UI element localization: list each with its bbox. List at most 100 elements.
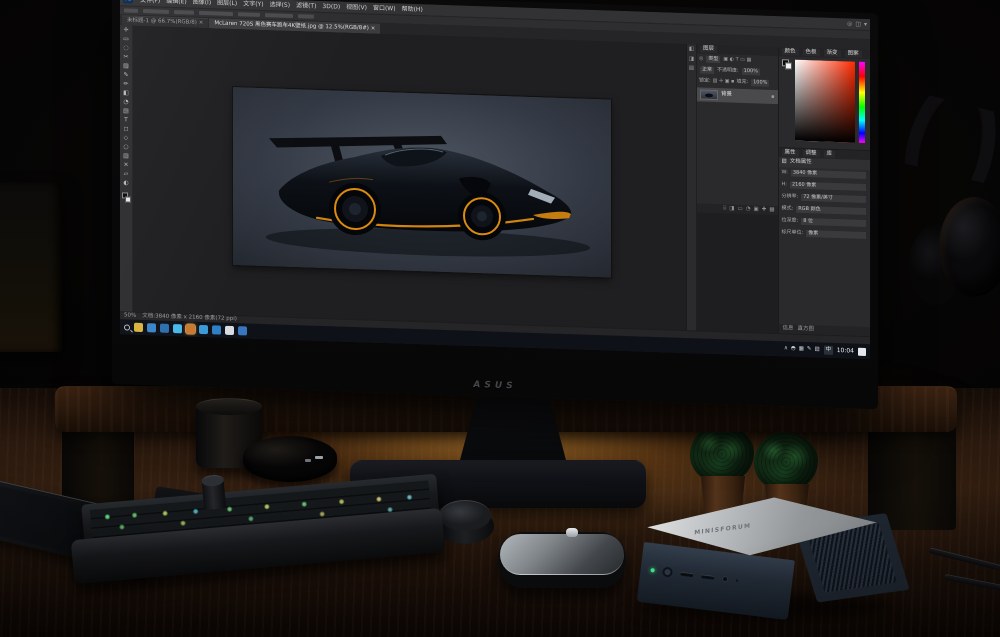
layers-footer-icon[interactable]: ▭	[737, 206, 742, 212]
tray-icon[interactable]: ▦	[799, 347, 804, 353]
color-panel-tab[interactable]: 色板	[803, 49, 820, 57]
app-mail[interactable]	[160, 324, 169, 333]
tray-icon[interactable]: ✎	[807, 347, 812, 353]
menu-item[interactable]: 文件(F)	[137, 0, 163, 6]
menu-item[interactable]: 滤镜(T)	[293, 1, 319, 12]
app-explorer[interactable]	[134, 323, 143, 332]
collapsed-panel-icon[interactable]: ◨	[689, 57, 694, 63]
taskbar-clock[interactable]: 10:04	[837, 348, 854, 355]
layer-row-background[interactable]: 背景 ▪	[697, 87, 778, 104]
opacity-value[interactable]: 100%	[741, 67, 761, 77]
app-edge[interactable]	[147, 323, 156, 332]
options-control[interactable]	[174, 10, 194, 15]
fill-value[interactable]: 100%	[750, 78, 770, 88]
lock-icons[interactable]: ▨ ✛ ▣ ▪	[713, 79, 735, 85]
mini-pc: MINISFORUM	[636, 496, 892, 618]
menu-item[interactable]: 编辑(E)	[163, 0, 189, 7]
layers-footer-icon[interactable]: ⌸	[723, 206, 726, 212]
layers-column: 图层 ◎ 类型 ▣ ◐ T ▭ ▦ 正常 不透明度: 100%	[697, 44, 779, 333]
desk-scene: Ps 文件(F)编辑(E)图像(I)图层(L)文字(Y)选择(S)滤镜(T)3D…	[0, 0, 1000, 637]
tray-icon[interactable]: ∧	[784, 346, 788, 352]
menu-item[interactable]: 窗口(W)	[370, 3, 399, 14]
tray-icon[interactable]: ▤	[815, 347, 820, 353]
menu-item[interactable]: 图像(I)	[190, 0, 214, 8]
app-light[interactable]	[225, 326, 234, 335]
layer-filter-type-icons[interactable]: ▣ ◐ T ▭ ▦	[723, 57, 751, 63]
options-control[interactable]	[199, 11, 233, 16]
photoshop-main: ✛▭◌✂▨✎✏◧◔▤T◻◇○▥✕▱◐	[120, 25, 870, 336]
plant-foliage	[690, 424, 754, 484]
options-tool-preset[interactable]	[124, 8, 138, 12]
mode-value[interactable]: RGB 颜色	[795, 205, 867, 216]
mouse-scroll-nub	[566, 528, 578, 537]
tool-icon[interactable]: ◐	[123, 180, 128, 189]
collapsed-panel-icon[interactable]: ▤	[689, 66, 694, 72]
background-color	[785, 62, 792, 69]
app-teal[interactable]	[199, 325, 208, 334]
properties-panel-tab[interactable]: 属性	[782, 149, 799, 157]
zoom-level[interactable]: 50%	[124, 313, 136, 319]
taskbar-apps	[134, 323, 247, 336]
menu-item[interactable]: 图层(L)	[214, 0, 240, 9]
mouse	[498, 532, 626, 588]
fill-label: 填充:	[736, 80, 748, 85]
options-control[interactable]	[298, 14, 314, 19]
tab-layers[interactable]: 图层	[700, 45, 717, 53]
collapsed-panel-icon[interactable]: ◧	[689, 47, 694, 53]
width-value[interactable]: 3840 像素	[790, 168, 867, 180]
color-panel-tabs: 颜色色板渐变图案	[779, 47, 870, 59]
panel-empty-area	[697, 212, 778, 333]
color-panel-tab[interactable]: 渐变	[824, 49, 841, 57]
photoshop-app-icon: Ps	[123, 0, 133, 4]
hub-usb-port	[315, 456, 323, 459]
options-control[interactable]	[143, 9, 169, 14]
layers-footer-icon[interactable]: ▦	[769, 208, 774, 214]
right-panels: ◧ ◨ ▤ 图层 ◎ 类型 ▣ ◐ T ▭ ▦	[686, 44, 870, 336]
properties-panel-tab[interactable]: 库	[824, 150, 836, 158]
menu-item[interactable]: 文字(Y)	[240, 0, 266, 10]
saturation-brightness-field[interactable]	[795, 60, 856, 143]
search-icon[interactable]	[124, 324, 130, 330]
menu-item[interactable]: 视图(V)	[343, 2, 370, 13]
layer-thumbnail	[700, 90, 718, 101]
color-panel-tab[interactable]: 图案	[845, 50, 862, 58]
depth-value[interactable]: 8 位	[800, 217, 867, 228]
color-panel-tab[interactable]: 颜色	[782, 48, 799, 56]
options-control[interactable]	[238, 12, 260, 17]
options-control[interactable]	[265, 13, 293, 18]
layers-footer-icon[interactable]: ◨	[729, 206, 734, 212]
layers-footer-icon[interactable]: ▣	[754, 207, 759, 213]
menu-item[interactable]: 帮助(H)	[399, 4, 426, 15]
blend-mode-select[interactable]: 正常	[699, 65, 715, 75]
hue-slider[interactable]	[859, 62, 865, 143]
properties-panel-tab[interactable]: 调整	[803, 150, 820, 158]
workspace-icon[interactable]: ◎	[847, 21, 852, 27]
ruler-value[interactable]: 像素	[805, 229, 867, 240]
layers-footer-icon[interactable]: ✚	[762, 207, 767, 213]
workspace-icon[interactable]: ◫	[855, 21, 861, 27]
resolution-value[interactable]: 72 像素/英寸	[800, 193, 867, 204]
foreground-background-swatch[interactable]	[122, 192, 131, 202]
ime-indicator[interactable]: 中	[824, 346, 833, 355]
tray-icon[interactable]: ◓	[791, 346, 796, 352]
screen: Ps 文件(F)编辑(E)图像(I)图层(L)文字(Y)选择(S)滤镜(T)3D…	[120, 0, 870, 359]
app-blue2[interactable]	[238, 326, 247, 335]
properties-footer-tab[interactable]: 直方图	[798, 326, 815, 332]
color-swatch-pair[interactable]	[782, 59, 792, 69]
layer-filter-icon[interactable]: ◎	[699, 56, 703, 61]
plant-foliage	[754, 432, 818, 492]
document-properties-label: 文档属性	[790, 159, 812, 165]
workspace-icon[interactable]: ▾	[864, 21, 867, 27]
menu-item[interactable]: 3D(D)	[319, 1, 343, 12]
height-value[interactable]: 2160 像素	[789, 180, 867, 192]
properties-footer-tab[interactable]: 信息	[783, 326, 794, 332]
app-blue[interactable]	[212, 325, 221, 334]
app-store[interactable]	[173, 324, 182, 333]
notifications-icon[interactable]	[858, 347, 866, 355]
app-photoshop[interactable]	[186, 324, 195, 333]
layer-filter-select[interactable]: 类型	[705, 55, 721, 65]
height-label: H:	[782, 182, 787, 187]
menu-item[interactable]: 选择(S)	[267, 0, 294, 11]
layers-footer-icon[interactable]: ◔	[746, 207, 751, 213]
layer-name: 背景	[721, 92, 768, 99]
